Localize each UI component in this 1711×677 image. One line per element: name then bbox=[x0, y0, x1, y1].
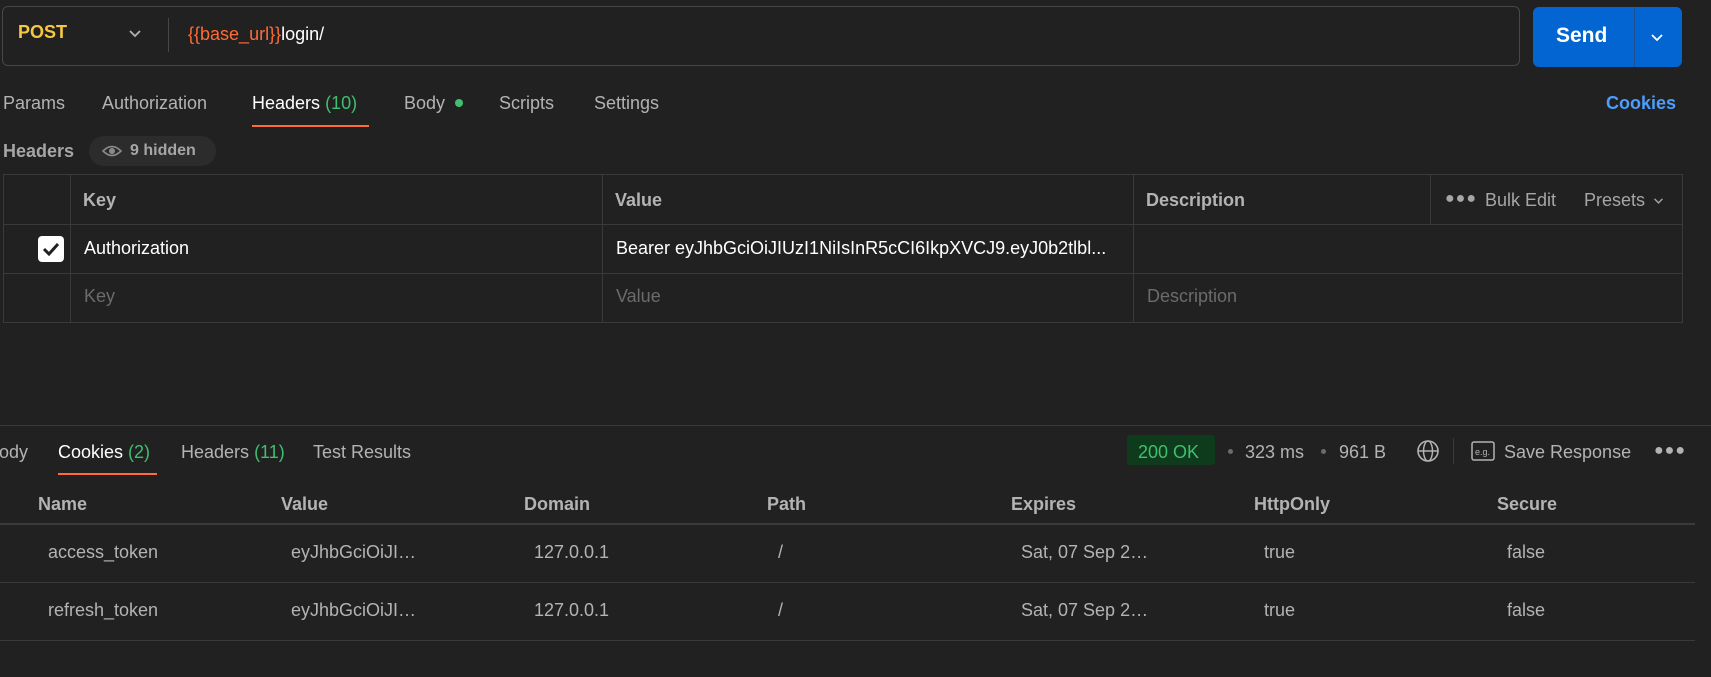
header-key[interactable]: Authorization bbox=[84, 238, 189, 259]
more-options-icon[interactable]: ●●● bbox=[1445, 190, 1477, 208]
svg-text:e.g.: e.g. bbox=[1475, 447, 1490, 457]
column-header-secure: Secure bbox=[1497, 494, 1558, 514]
url-input[interactable]: {{base_url}}login/ bbox=[188, 24, 324, 45]
table-divider bbox=[0, 582, 1695, 583]
check-icon bbox=[42, 242, 60, 257]
tab-response-body-clip: Body bbox=[0, 442, 40, 466]
tab-authorization[interactable]: Authorization bbox=[102, 93, 207, 114]
send-divider bbox=[1634, 7, 1635, 67]
cookie-secure: false bbox=[1507, 542, 1546, 562]
tab-headers-count: (10) bbox=[325, 93, 358, 113]
chevron-down-icon[interactable] bbox=[1653, 195, 1664, 206]
method-select[interactable]: POST bbox=[18, 22, 67, 43]
column-header-path: Path bbox=[767, 494, 807, 514]
chevron-down-icon[interactable] bbox=[1650, 30, 1664, 44]
cookie-httponly: true bbox=[1264, 600, 1296, 620]
response-size[interactable]: 961 B bbox=[1339, 442, 1386, 463]
tab-headers-label: Headers bbox=[181, 442, 250, 462]
column-header-expires: Expires bbox=[1011, 494, 1077, 514]
active-tab-indicator bbox=[252, 125, 369, 127]
table-divider bbox=[70, 174, 71, 323]
cookies-link[interactable]: Cookies bbox=[1606, 93, 1676, 114]
presets-button[interactable]: Presets bbox=[1584, 190, 1645, 211]
url-path: login/ bbox=[281, 24, 325, 44]
globe-icon[interactable] bbox=[1416, 439, 1440, 463]
example-icon: e.g. bbox=[1471, 441, 1495, 461]
separator-dot bbox=[1228, 449, 1233, 454]
table-divider bbox=[1430, 174, 1431, 224]
new-value-input[interactable]: Value bbox=[616, 286, 661, 307]
tab-cookies-label: Cookies bbox=[58, 442, 124, 462]
cookie-value: eyJhbGciOiJI… bbox=[291, 542, 417, 562]
cookie-value: eyJhbGciOiJI… bbox=[291, 600, 417, 620]
more-options-icon[interactable]: ●●● bbox=[1654, 442, 1686, 460]
table-divider bbox=[0, 523, 1695, 525]
status-label[interactable]: 200 OK bbox=[1138, 442, 1199, 463]
headers-section-title: Headers bbox=[3, 141, 75, 161]
chevron-down-icon[interactable] bbox=[128, 26, 142, 40]
column-header-domain: Domain bbox=[524, 494, 591, 514]
cookie-expires: Sat, 07 Sep 2… bbox=[1021, 600, 1149, 620]
cookie-path: / bbox=[778, 600, 784, 620]
cookie-path: / bbox=[778, 542, 784, 562]
tab-settings[interactable]: Settings bbox=[594, 93, 659, 114]
cookie-httponly: true bbox=[1264, 542, 1296, 562]
cookie-secure: false bbox=[1507, 600, 1546, 620]
tab-response-body[interactable]: Body bbox=[0, 442, 28, 463]
header-value[interactable]: Bearer eyJhbGciOiJIUzI1NiIsInR5cCI6IkpXV… bbox=[616, 238, 1106, 259]
column-header-key: Key bbox=[83, 190, 117, 210]
new-description-input[interactable]: Description bbox=[1147, 286, 1237, 307]
send-label[interactable]: Send bbox=[1556, 24, 1607, 48]
column-header-value: Value bbox=[615, 190, 663, 210]
eye-icon bbox=[102, 145, 122, 157]
tab-body[interactable]: Body bbox=[404, 93, 445, 114]
table-divider bbox=[3, 273, 1683, 274]
active-tab-indicator bbox=[58, 473, 157, 475]
separator-dot bbox=[1321, 449, 1326, 454]
column-header-httponly: HttpOnly bbox=[1254, 494, 1330, 514]
tab-params[interactable]: Params bbox=[3, 93, 65, 114]
cookie-expires: Sat, 07 Sep 2… bbox=[1021, 542, 1149, 562]
cookie-domain: 127.0.0.1 bbox=[534, 542, 610, 562]
column-header-description: Description bbox=[1146, 190, 1246, 210]
response-divider bbox=[0, 425, 1711, 426]
column-header-name: Name bbox=[38, 494, 88, 514]
url-divider bbox=[168, 18, 169, 52]
table-divider bbox=[602, 174, 603, 323]
cookie-name: refresh_token bbox=[48, 600, 159, 620]
save-response-button[interactable]: Save Response bbox=[1504, 442, 1631, 463]
new-key-input[interactable]: Key bbox=[84, 286, 115, 307]
tab-test-results[interactable]: Test Results bbox=[313, 442, 411, 463]
body-modified-dot bbox=[455, 99, 463, 107]
tab-headers-count: (11) bbox=[254, 442, 285, 462]
tab-headers-label: Headers bbox=[252, 93, 321, 113]
cookie-name: access_token bbox=[48, 542, 159, 562]
table-divider bbox=[1133, 174, 1134, 323]
tab-cookies-count: (2) bbox=[128, 442, 151, 462]
table-divider bbox=[3, 224, 1683, 225]
bulk-edit-button[interactable]: Bulk Edit bbox=[1485, 190, 1556, 211]
url-variable: {{base_url}} bbox=[188, 24, 282, 44]
meta-divider bbox=[1453, 438, 1454, 464]
table-divider bbox=[0, 640, 1695, 641]
tab-headers[interactable]: Headers (10) bbox=[252, 93, 357, 114]
hidden-headers-label[interactable]: 9 hidden bbox=[130, 142, 196, 160]
tab-response-headers[interactable]: Headers (11) bbox=[181, 442, 285, 463]
header-enabled-checkbox[interactable] bbox=[38, 236, 64, 262]
tab-response-cookies[interactable]: Cookies (2) bbox=[58, 442, 150, 463]
column-header-value: Value bbox=[281, 494, 329, 514]
tab-scripts[interactable]: Scripts bbox=[499, 93, 554, 114]
cookie-domain: 127.0.0.1 bbox=[534, 600, 610, 620]
response-time[interactable]: 323 ms bbox=[1245, 442, 1304, 463]
